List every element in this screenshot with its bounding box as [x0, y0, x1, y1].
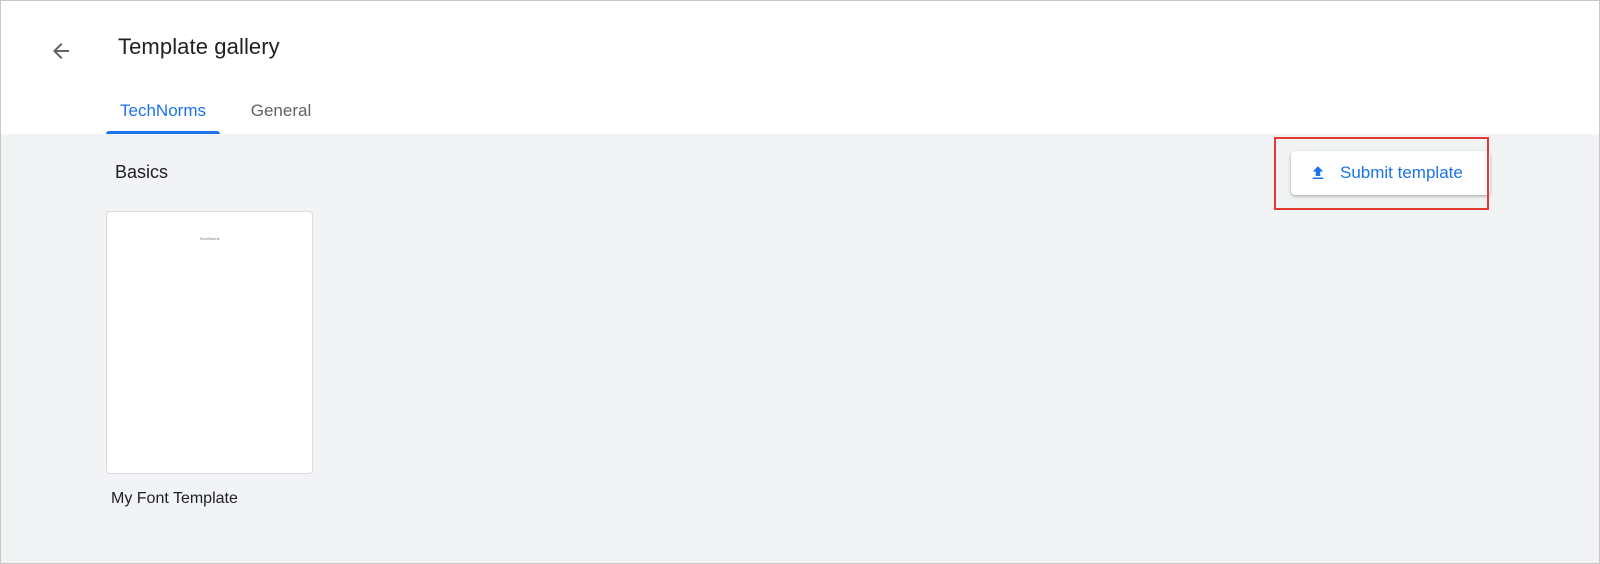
page-title: Template gallery	[118, 34, 280, 59]
tab-label: General	[250, 101, 312, 120]
template-thumbnail-text: TechNorms	[199, 236, 220, 241]
tab-general[interactable]: General	[245, 101, 317, 134]
section-title: Basics	[115, 162, 169, 182]
back-button[interactable]	[41, 31, 81, 71]
upload-icon	[1309, 164, 1327, 182]
header: Template gallery TechNorms General	[1, 1, 1599, 134]
template-name[interactable]: My Font Template	[111, 490, 238, 508]
arrow-left-icon	[49, 39, 73, 63]
submit-template-label: Submit template	[1340, 163, 1463, 182]
gallery-content: Basics Submit template TechNorms My Font…	[1, 134, 1599, 563]
tab-label: TechNorms	[120, 101, 206, 120]
submit-template-button[interactable]: Submit template	[1291, 151, 1490, 195]
template-card[interactable]: TechNorms	[106, 211, 313, 474]
template-gallery-window: Template gallery TechNorms General Basic…	[0, 0, 1600, 564]
tab-technorms[interactable]: TechNorms	[106, 101, 220, 134]
